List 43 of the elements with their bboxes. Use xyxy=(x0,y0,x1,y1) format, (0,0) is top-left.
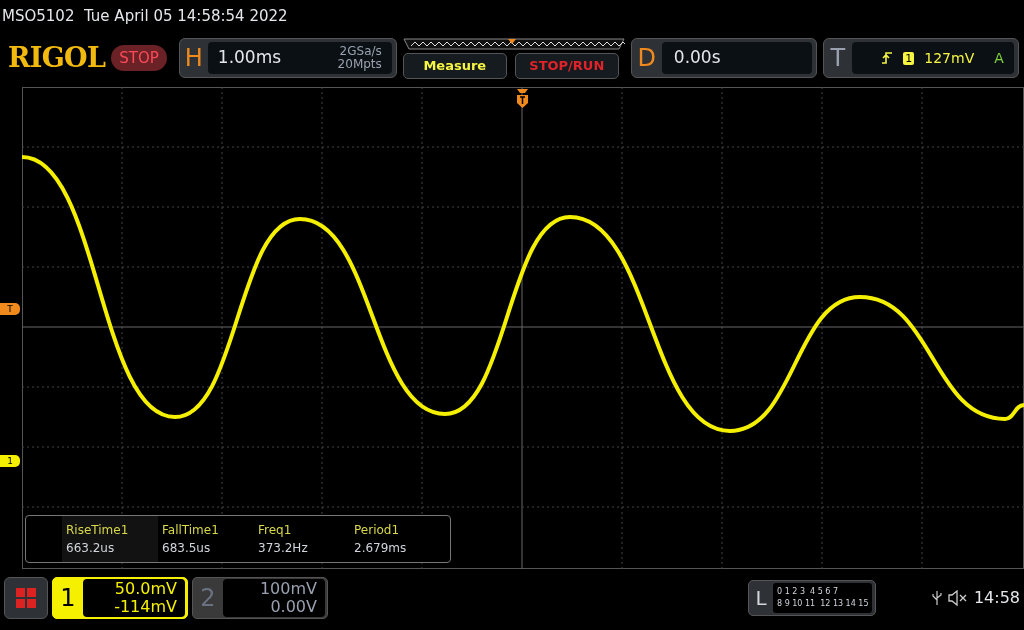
speaker-muted-icon xyxy=(947,590,968,606)
measurement-name: FallTime1 xyxy=(162,522,220,539)
measurement-name: Period1 xyxy=(354,522,401,539)
logic-channel-numbers: 8 9 10 11 xyxy=(777,598,816,610)
trigger-level: 127mV xyxy=(924,48,975,68)
logic-channel-numbers: 0 1 2 3 xyxy=(777,586,805,598)
delay-panel[interactable]: D 0.00s xyxy=(630,38,817,78)
memory-depth: 20Mpts xyxy=(337,58,382,71)
logic-label: L xyxy=(754,585,768,612)
logic-channel-numbers: 4 5 6 7 xyxy=(810,586,838,598)
measurement-value: 683.5us xyxy=(162,540,212,557)
trigger-level-marker[interactable]: T xyxy=(0,303,20,315)
horizontal-panel[interactable]: H 1.00ms 2GSa/s 20Mpts xyxy=(178,38,397,78)
rising-edge-icon xyxy=(881,51,894,65)
measurement-value: 2.679ms xyxy=(354,540,408,557)
measurement-name: Freq1 xyxy=(258,522,293,539)
sample-rate: 2GSa/s xyxy=(339,45,382,58)
waveform-overview-icon xyxy=(402,37,625,50)
delay-value: 0.00s xyxy=(673,46,721,70)
measurement-value: 373.2Hz xyxy=(258,540,309,557)
stop-run-button[interactable]: STOP/RUN xyxy=(514,52,619,79)
menu-button[interactable] xyxy=(4,577,48,619)
trigger-channel-badge: 1 xyxy=(903,51,915,65)
horizontal-label: H xyxy=(183,43,204,74)
trigger-panel[interactable]: T 1 127mV A xyxy=(822,38,1019,78)
logic-panel[interactable]: L 0 1 2 3 4 5 6 7 8 9 10 11 12 13 14 15 xyxy=(748,580,876,616)
clock: 14:58 xyxy=(973,587,1020,609)
status-line: MSO5102 Tue April 05 14:58:54 2022 xyxy=(2,5,288,27)
measurement-value: 663.2us xyxy=(66,540,116,557)
trigger-position-icon xyxy=(516,89,529,108)
trigger-mode: A xyxy=(994,48,1004,68)
measure-button[interactable]: Measure xyxy=(402,52,507,79)
channel-marker[interactable]: 1 xyxy=(0,455,20,467)
channel-button[interactable]: 2 100mV 0.00V xyxy=(192,577,328,619)
measurement-name: RiseTime1 xyxy=(66,522,130,539)
delay-label: D xyxy=(636,43,658,74)
timebase-value: 1.00ms xyxy=(217,46,282,70)
logic-channel-numbers: 12 13 14 15 xyxy=(820,598,869,610)
usb-icon xyxy=(931,590,942,606)
channel-button[interactable]: 1 50.0mV -114mV xyxy=(52,577,188,619)
grid-menu-icon xyxy=(15,587,37,609)
logo: RIGOL xyxy=(8,40,106,75)
trigger-label: T xyxy=(829,43,847,74)
